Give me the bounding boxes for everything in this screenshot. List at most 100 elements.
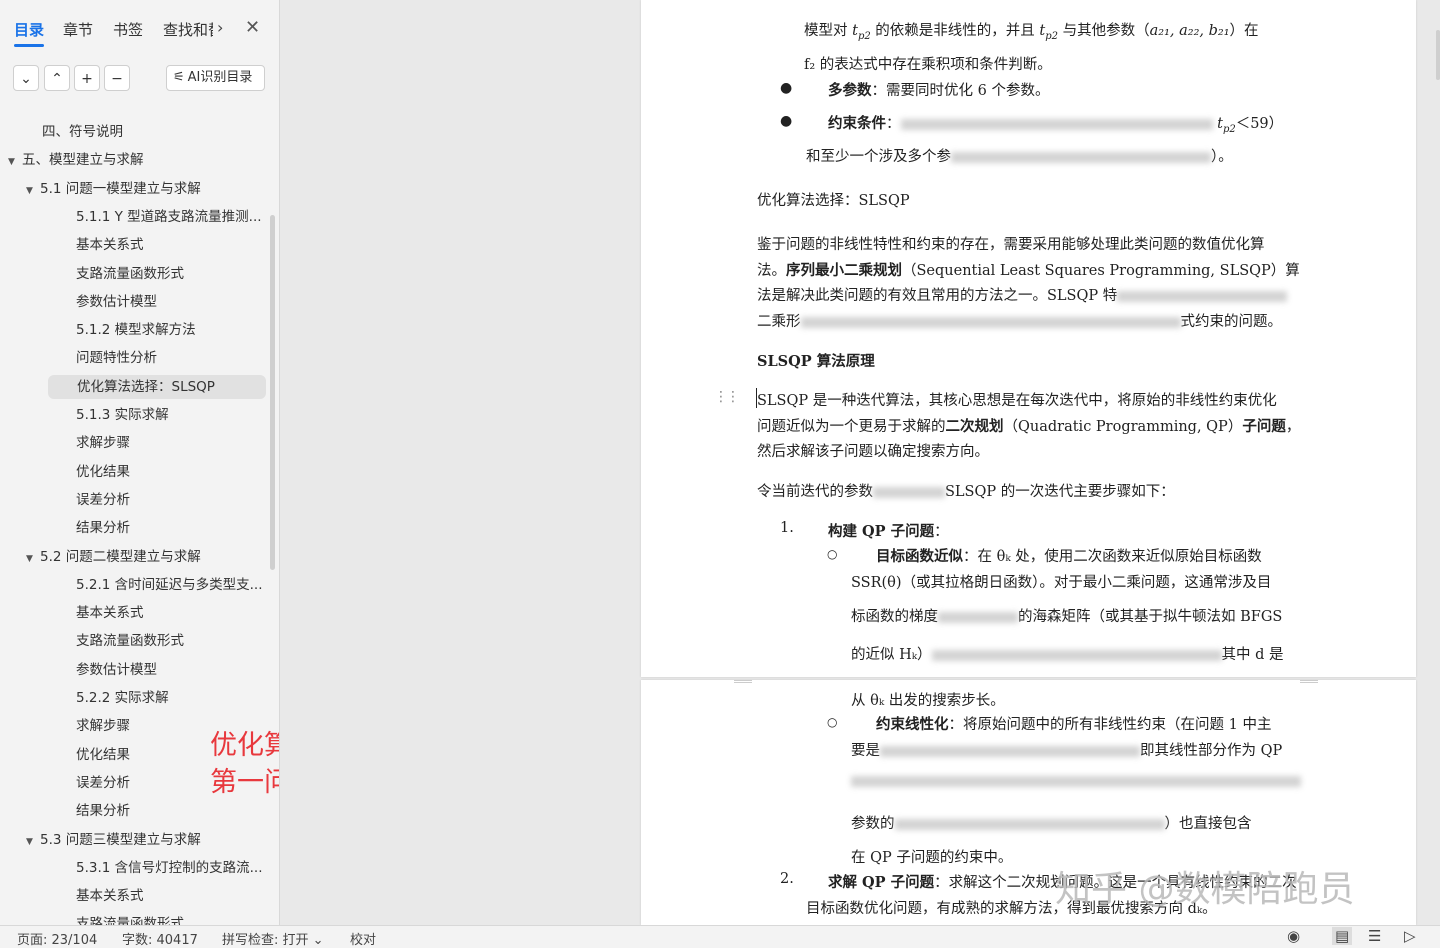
proofread-button[interactable]: 校对 xyxy=(350,929,376,948)
page-count[interactable]: 页面: 23/104 xyxy=(17,929,97,948)
ai-toc-label: AI识别目录 xyxy=(187,70,253,85)
chevron-right-icon[interactable]: › xyxy=(217,18,223,37)
doc-line: 二乘形 式约束的问题。 xyxy=(757,314,1282,330)
toc-item[interactable]: 基本关系式 xyxy=(0,601,270,625)
toc-scrollbar[interactable] xyxy=(270,215,275,570)
doc-line: 令当前迭代的参数 SLSQP 的一次迭代主要步骤如下： xyxy=(757,484,1175,500)
spell-check-toggle[interactable]: 拼写检查: 打开 ⌄ xyxy=(222,929,324,948)
expand-all-button[interactable]: ⌃ xyxy=(44,65,70,91)
toc-item-label: 5.2.2 实际求解 xyxy=(76,690,169,706)
add-toc-item-button[interactable]: + xyxy=(74,65,100,91)
toc-item[interactable]: 问题特性分析 xyxy=(0,346,270,370)
toc-item-label: 四、符号说明 xyxy=(42,124,123,140)
annotation-line-1: 优化算法选择slsqp xyxy=(210,730,279,761)
doc-line: 从 θₖ 出发的搜索步长。 xyxy=(851,693,1005,709)
watermark: 知乎 @数模陪跑员 xyxy=(1055,869,1355,910)
red-annotation: 优化算法选择slsqp 第一问我们需要同时优化6个参数 xyxy=(210,727,279,801)
doc-line: 要是 即其线性部分作为 QP xyxy=(851,743,1283,759)
tree-toggle-icon[interactable]: ▼ xyxy=(8,150,22,172)
active-tab-indicator xyxy=(14,44,44,47)
toc-item[interactable]: ▼ 5.1 问题一模型建立与求解 xyxy=(0,177,270,201)
list-number: 1. xyxy=(780,520,794,536)
toc-item-label: 结果分析 xyxy=(76,520,130,537)
doc-line: f₂ 的表达式中存在乘积项和条件判断。 xyxy=(804,57,1052,73)
tab-toc[interactable]: 目录 xyxy=(14,19,44,40)
doc-line: 法是解决此类问题的有效且常用的方法之一。SLSQP 特 xyxy=(757,284,1288,305)
doc-line: 模型对 tp2 的依赖是非线性的，并且 tp2 与其他参数（a₂₁, a₂₂, … xyxy=(804,23,1259,42)
toc-item-label: 5.1.2 模型求解方法 xyxy=(76,322,196,339)
toc-item[interactable]: 支路流量函数形式 xyxy=(0,262,270,286)
toc-item-label: 优化算法选择：SLSQP xyxy=(77,378,215,395)
toc-item[interactable]: 支路流量函数形式 xyxy=(0,629,270,653)
collapse-all-button[interactable]: ⌄ xyxy=(13,65,39,91)
toc-item-label: 5.1.1 Y 型道路支路流量推测... xyxy=(76,208,262,225)
outline-view-icon[interactable]: ☰ xyxy=(1368,927,1381,945)
page-margin-mark xyxy=(1300,680,1318,691)
doc-line: 然后求解该子问题以确定搜索方向。 xyxy=(757,444,989,460)
toc-item[interactable]: 优化结果 xyxy=(0,460,270,484)
close-icon[interactable]: ✕ xyxy=(245,17,260,38)
toc-item[interactable]: ▼ 五、模型建立与求解 xyxy=(0,148,270,172)
toc-item-label: 问题特性分析 xyxy=(76,350,157,367)
status-bar: 页面: 23/104 字数: 40417 拼写检查: 打开 ⌄ 校对 ◉ ▤ ☰… xyxy=(0,925,1440,948)
toc-item[interactable]: 参数估计模型 xyxy=(0,658,270,682)
ai-recognize-toc-button[interactable]: ⚟ AI识别目录 xyxy=(166,65,265,91)
eye-icon[interactable]: ◉ xyxy=(1287,927,1300,945)
toc-item-label: 五、模型建立与求解 xyxy=(22,152,144,169)
toc-item[interactable]: 优化算法选择：SLSQP xyxy=(48,374,266,399)
toc-item[interactable]: 支路流量函数形式 xyxy=(0,912,270,925)
plus-icon: + xyxy=(81,71,93,87)
toc-item-label: 求解步骤 xyxy=(76,718,130,735)
toc-item[interactable]: 基本关系式 xyxy=(0,233,270,257)
tab-chapters[interactable]: 章节 xyxy=(63,19,93,40)
toc-item-label: 5.2.1 含时间延迟与多类型支... xyxy=(76,576,263,593)
toc-item[interactable]: 5.3.1 含信号灯控制的支路流... xyxy=(0,856,270,880)
toc-item[interactable]: 结果分析 xyxy=(0,516,270,540)
doc-line: 标函数的梯度 的海森矩阵（或其基于拟牛顿法如 BFGS xyxy=(851,609,1283,625)
circle-bullet-icon: ○ xyxy=(827,547,838,561)
bullet-icon: ● xyxy=(780,80,793,96)
toc-item[interactable]: ▼ 5.3 问题三模型建立与求解 xyxy=(0,828,270,852)
toc-item-label: 误差分析 xyxy=(76,774,130,791)
remove-toc-item-button[interactable]: − xyxy=(104,65,130,91)
chevron-up-icon: ⌃ xyxy=(51,71,63,87)
word-count[interactable]: 字数: 40417 xyxy=(122,929,198,948)
toc-item[interactable]: 5.2.1 含时间延迟与多类型支... xyxy=(0,573,270,597)
doc-line: 问题近似为一个更易于求解的二次规划（Quadratic Programming,… xyxy=(757,418,1301,435)
toc-item[interactable]: 误差分析 xyxy=(0,488,270,512)
document-scrollbar[interactable] xyxy=(1436,30,1440,80)
tree-toggle-icon[interactable]: ▼ xyxy=(26,179,40,201)
doc-line: 构建 QP 子问题： xyxy=(828,523,949,540)
toc-item[interactable]: ▼ 5.2 问题二模型建立与求解 xyxy=(0,545,270,569)
toc-item-label: 基本关系式 xyxy=(76,605,144,622)
toc-item-label: 求解步骤 xyxy=(76,435,130,452)
doc-line: 约束线性化：将原始问题中的所有非线性约束（在问题 1 中主 xyxy=(876,716,1272,733)
page-view-icon[interactable]: ▤ xyxy=(1332,927,1353,945)
toc-item[interactable]: 参数估计模型 xyxy=(0,290,270,314)
tab-find-replace[interactable]: 查找和替 xyxy=(163,19,213,40)
toc-item[interactable]: 求解步骤 xyxy=(0,431,270,455)
doc-line: 在 QP 子问题的约束中。 xyxy=(851,850,1013,866)
doc-line: 约束条件： tp2＜59） xyxy=(828,115,1284,135)
toc-item[interactable]: 5.1.2 模型求解方法 xyxy=(0,318,270,342)
toc-item[interactable]: 5.2.2 实际求解 xyxy=(0,686,270,710)
tree-toggle-icon[interactable]: ▼ xyxy=(26,547,40,569)
toc-item-label: 5.3.1 含信号灯控制的支路流... xyxy=(76,859,263,876)
toc-item-label: 结果分析 xyxy=(76,803,130,820)
tab-bookmarks[interactable]: 书签 xyxy=(113,19,143,40)
section-heading: SLSQP 算法原理 xyxy=(757,353,875,370)
toc-item-label: 5.2 问题二模型建立与求解 xyxy=(40,548,201,565)
toc-item-label: 优化结果 xyxy=(76,463,130,480)
drag-handle-icon[interactable]: ⋮⋮ xyxy=(714,389,740,405)
tree-toggle-icon[interactable]: ▼ xyxy=(26,830,40,852)
toc-item-label: 5.3 问题三模型建立与求解 xyxy=(40,831,201,848)
toc-item[interactable]: 5.1.1 Y 型道路支路流量推测... xyxy=(0,205,270,229)
toc-item[interactable]: 结果分析 xyxy=(0,799,270,823)
doc-line: 的近似 Hₖ） 其中 d 是 xyxy=(851,647,1284,663)
toc-item-label: 参数估计模型 xyxy=(76,661,157,678)
ai-icon: ⚟ xyxy=(173,70,185,85)
play-icon[interactable]: ▷ xyxy=(1404,927,1416,945)
toc-item[interactable]: 5.1.3 实际求解 xyxy=(0,403,270,427)
toc-item[interactable]: 四、符号说明 xyxy=(0,120,270,144)
toc-item[interactable]: 基本关系式 xyxy=(0,884,270,908)
